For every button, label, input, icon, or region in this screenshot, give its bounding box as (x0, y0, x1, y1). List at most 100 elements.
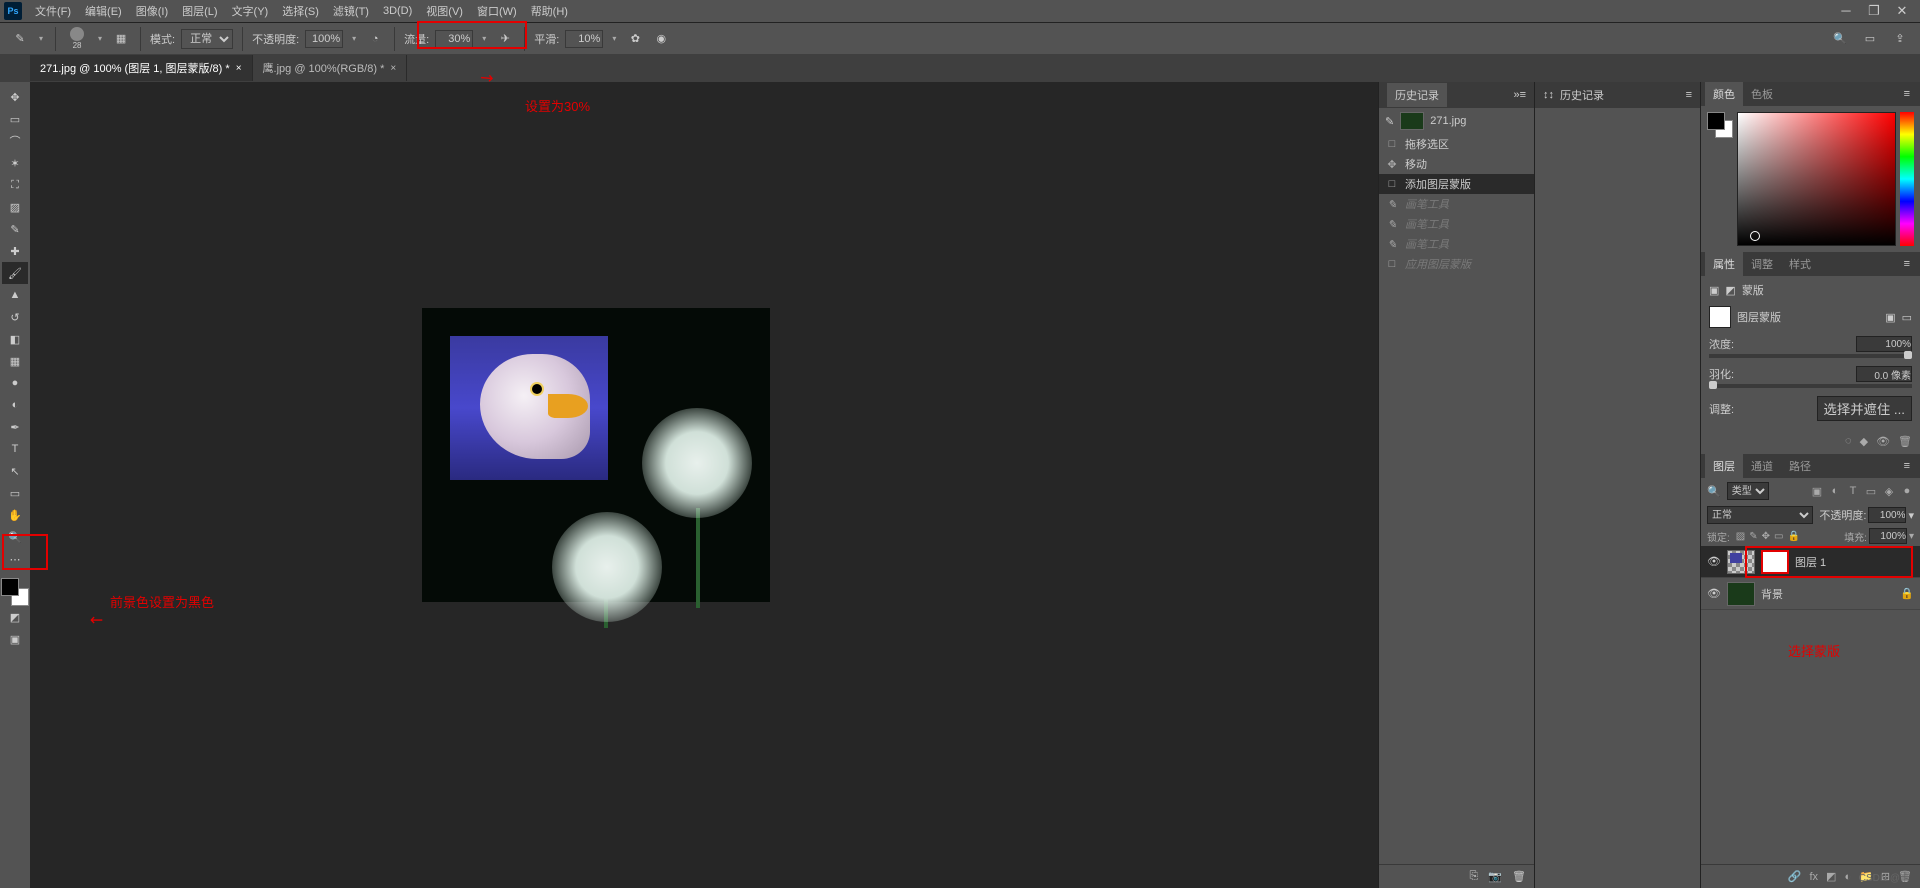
healing-tool[interactable]: ✚ (2, 240, 28, 262)
select-and-mask-button[interactable]: 选择并遮住 ... (1817, 396, 1912, 421)
lock-transparent-icon[interactable]: ▨ (1736, 531, 1745, 542)
share-icon[interactable]: ⇪ (1890, 29, 1910, 49)
lock-position-icon[interactable]: ✥ (1762, 531, 1770, 542)
color-picker[interactable] (1737, 112, 1896, 246)
zoom-tool[interactable]: 🔍 (2, 526, 28, 548)
timeline-icon[interactable]: ↕↕ (1543, 89, 1554, 101)
history-item-1[interactable]: ✥移动 (1379, 154, 1534, 174)
new-adjustment-icon[interactable]: ◐ (1844, 871, 1851, 883)
smooth-input[interactable] (565, 30, 603, 48)
search-icon[interactable]: 🔍 (1830, 29, 1850, 49)
history-brush-tool[interactable]: ↺ (2, 306, 28, 328)
type-tool[interactable]: T (2, 438, 28, 460)
brush-preview[interactable]: 28 (65, 27, 89, 51)
density-input[interactable] (1856, 336, 1912, 352)
layer-row-0[interactable]: 👁 图层 1 (1701, 546, 1920, 578)
layer-thumb-0[interactable] (1727, 550, 1755, 574)
pressure-opacity-icon[interactable]: ◔ (365, 29, 385, 49)
layers-menu-icon[interactable]: ≡ (1898, 460, 1916, 472)
lock-paint-icon[interactable]: ✎ (1749, 531, 1757, 542)
delete-mask-icon[interactable]: 🗑 (1898, 435, 1912, 448)
eyedropper-tool[interactable]: ✎ (2, 218, 28, 240)
pixel-mask-btn-icon[interactable]: ▣ (1885, 311, 1895, 324)
filter-toggle-icon[interactable]: ● (1900, 484, 1914, 498)
history-item-5[interactable]: ✎画笔工具 (1379, 234, 1534, 254)
apply-mask-icon[interactable]: ◆ (1860, 435, 1868, 448)
paths-tab[interactable]: 路径 (1781, 454, 1819, 478)
pressure-size-icon[interactable]: ◉ (651, 29, 671, 49)
shape-tool[interactable]: ▭ (2, 482, 28, 504)
brush-tool-icon[interactable]: ✎ (10, 29, 30, 49)
foreground-color[interactable] (1, 578, 19, 596)
feather-slider[interactable] (1709, 384, 1912, 388)
lasso-tool[interactable]: ⌒ (2, 130, 28, 152)
filter-shape-icon[interactable]: ▭ (1864, 484, 1878, 498)
eraser-tool[interactable]: ◧ (2, 328, 28, 350)
path-select-tool[interactable]: ↖ (2, 460, 28, 482)
smooth-chevron[interactable]: ▾ (609, 34, 619, 43)
adjustments-tab[interactable]: 调整 (1743, 252, 1781, 276)
layer-fx-icon[interactable]: fx (1809, 871, 1818, 883)
color-tab[interactable]: 颜色 (1705, 82, 1743, 106)
gradient-tool[interactable]: ▦ (2, 350, 28, 372)
feather-input[interactable] (1856, 366, 1912, 382)
color-fg-swatch[interactable] (1707, 112, 1725, 130)
menu-window[interactable]: 窗口(W) (470, 3, 524, 19)
mode-select[interactable]: 正常 (181, 29, 233, 49)
layer-name-1[interactable]: 背景 (1761, 586, 1783, 602)
doc-tab-0-close[interactable]: × (236, 63, 242, 74)
history-item-4[interactable]: ✎画笔工具 (1379, 214, 1534, 234)
layer-visibility-0[interactable]: 👁 (1707, 555, 1721, 568)
frame-tool[interactable]: ▨ (2, 196, 28, 218)
filter-adjust-icon[interactable]: ◐ (1828, 484, 1842, 498)
marquee-tool[interactable]: ▭ (2, 108, 28, 130)
pen-tool[interactable]: ✒ (2, 416, 28, 438)
menu-type[interactable]: 文字(Y) (225, 3, 276, 19)
dodge-tool[interactable]: ◐ (2, 394, 28, 416)
doc-tab-0[interactable]: 271.jpg @ 100% (图层 1, 图层蒙版/8) * × (30, 55, 253, 81)
tool-preset-chevron[interactable]: ▾ (36, 34, 46, 43)
move-tool[interactable]: ✥ (2, 86, 28, 108)
hue-slider[interactable] (1900, 112, 1914, 246)
layer-opacity-input[interactable] (1868, 507, 1906, 523)
fill-input[interactable] (1869, 528, 1907, 544)
menu-3d[interactable]: 3D(D) (376, 5, 419, 17)
lock-artboard-icon[interactable]: ▭ (1774, 531, 1783, 542)
history-brush-source-icon[interactable]: ✎ (1385, 115, 1394, 128)
layer-opacity-chevron[interactable]: ▾ (1908, 509, 1914, 522)
brush-tool[interactable]: 🖌 (2, 262, 28, 284)
menu-view[interactable]: 视图(V) (419, 3, 470, 19)
filter-type-icon[interactable]: T (1846, 484, 1860, 498)
layer-row-1[interactable]: 👁 背景 🔒 (1701, 578, 1920, 610)
history-item-0[interactable]: □拖移选区 (1379, 134, 1534, 154)
properties-tab[interactable]: 属性 (1705, 252, 1743, 276)
link-layers-icon[interactable]: 🔗 (1788, 870, 1802, 883)
menu-filter[interactable]: 滤镜(T) (326, 3, 376, 19)
color-panel-menu-icon[interactable]: ≡ (1898, 88, 1916, 100)
flow-input[interactable] (435, 30, 473, 48)
blend-mode-select[interactable]: 正常 (1707, 506, 1813, 524)
layer-mask-thumb-0[interactable] (1761, 550, 1789, 574)
menu-image[interactable]: 图像(I) (129, 3, 175, 19)
doc-tab-1-close[interactable]: × (390, 63, 396, 74)
opacity-chevron[interactable]: ▾ (349, 34, 359, 43)
maximize-icon[interactable]: ❐ (1860, 3, 1888, 19)
color-swatch[interactable] (1, 578, 29, 606)
stamp-tool[interactable]: ▲ (2, 284, 28, 306)
fill-chevron[interactable]: ▾ (1909, 531, 1914, 542)
new-doc-from-state-icon[interactable]: ⎘ (1470, 870, 1479, 883)
add-mask-icon[interactable]: ◩ (1826, 870, 1836, 883)
layer-visibility-1[interactable]: 👁 (1707, 587, 1721, 600)
menu-select[interactable]: 选择(S) (275, 3, 326, 19)
blur-tool[interactable]: ● (2, 372, 28, 394)
mask-thumbnail[interactable] (1709, 306, 1731, 328)
layer-thumb-1[interactable] (1727, 582, 1755, 606)
swatches-tab[interactable]: 色板 (1743, 82, 1781, 106)
quick-select-tool[interactable]: ✶ (2, 152, 28, 174)
history-item-2[interactable]: □添加图层蒙版 (1379, 174, 1534, 194)
history-doc-row[interactable]: ✎ 271.jpg (1379, 108, 1534, 134)
history-tab[interactable]: 历史记录 (1387, 83, 1447, 107)
filter-pixel-icon[interactable]: ▣ (1810, 484, 1824, 498)
screenmode-tool[interactable]: ▣ (2, 628, 28, 650)
history-item-3[interactable]: ✎画笔工具 (1379, 194, 1534, 214)
